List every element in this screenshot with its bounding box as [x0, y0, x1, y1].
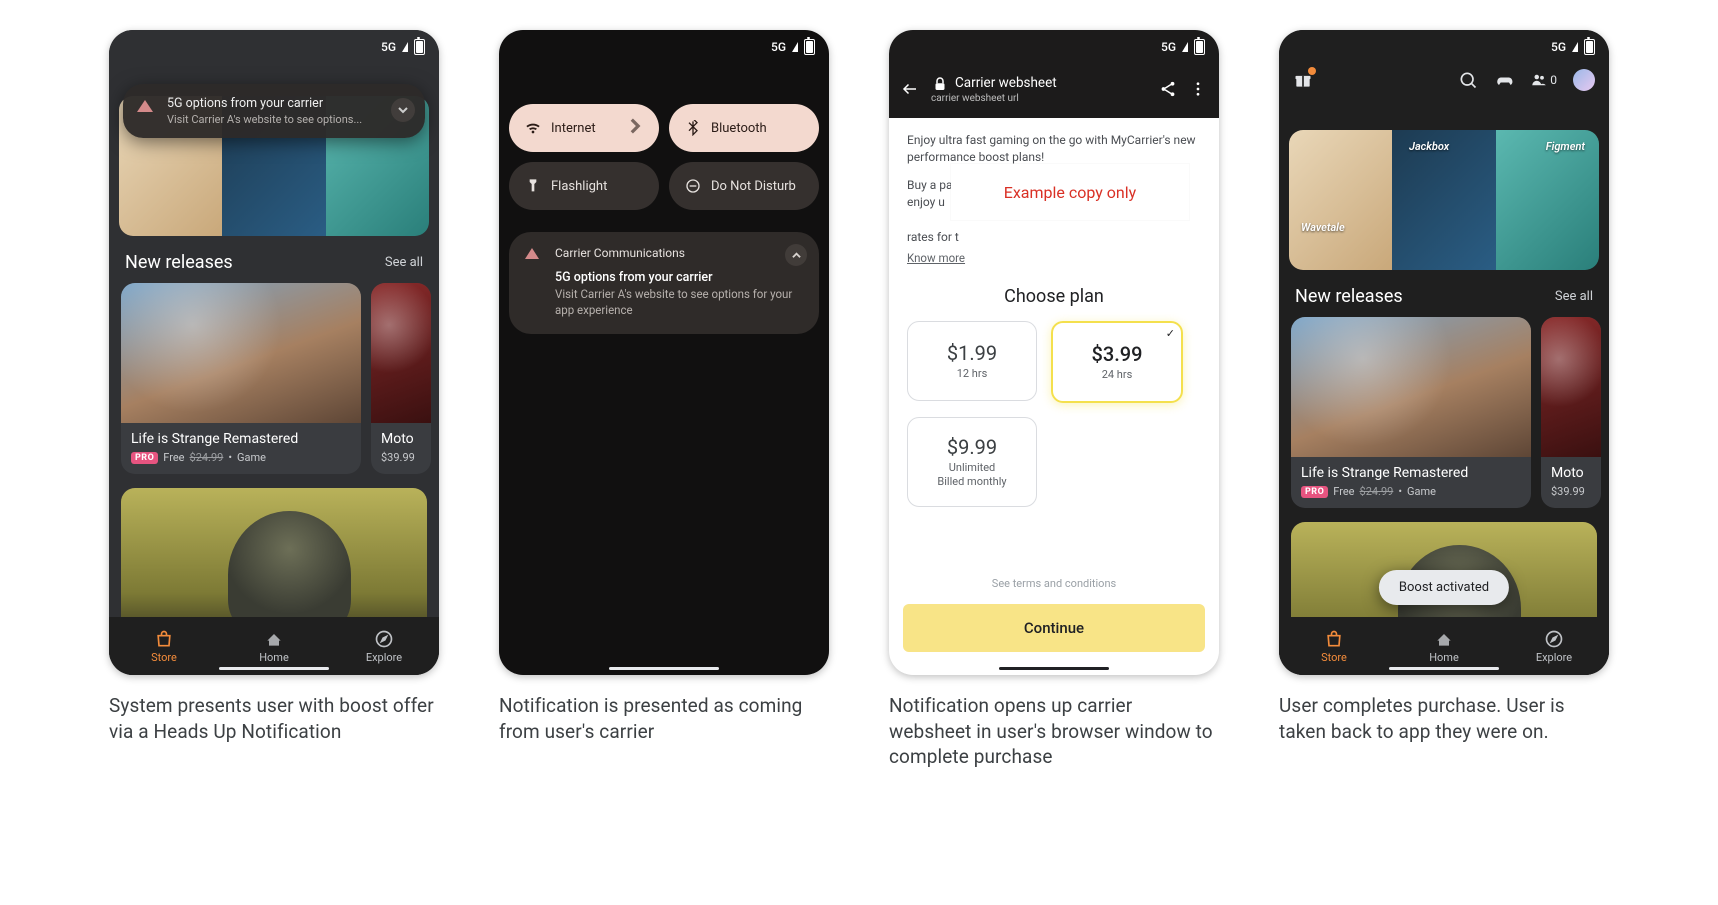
terms-link[interactable]: See terms and conditions — [889, 577, 1219, 590]
see-all-link[interactable]: See all — [1555, 289, 1593, 304]
notification-app-name: Carrier Communications — [555, 246, 805, 260]
tab-store[interactable]: Store — [109, 617, 219, 675]
game-meta: PRO Free $24.99 • Game — [131, 451, 351, 464]
signal-icon — [402, 42, 408, 52]
know-more-link[interactable]: Know more — [907, 251, 965, 265]
caption: System presents user with boost offer vi… — [109, 693, 439, 744]
status-bar: 5G — [1279, 30, 1609, 60]
status-bar: 5G — [889, 30, 1219, 60]
hero-carousel[interactable]: Wavetale Jackbox Figment — [1289, 130, 1599, 270]
gift-icon[interactable] — [1293, 70, 1313, 90]
battery-icon — [804, 39, 815, 55]
example-copy-overlay: Example copy only — [951, 164, 1189, 220]
status-bar: 5G — [109, 30, 439, 60]
check-icon: ✓ — [1166, 327, 1175, 340]
signal-icon — [1572, 42, 1578, 52]
people-icon — [1530, 71, 1548, 89]
section-title: New releases — [1295, 286, 1403, 307]
wifi-icon — [525, 120, 541, 136]
battery-icon — [1194, 39, 1205, 55]
carrier-triangle-icon — [525, 248, 539, 259]
screen-2-notification-shade: 5G Internet Bluetooth — [499, 30, 829, 675]
back-icon[interactable] — [901, 80, 919, 98]
carrier-triangle-icon — [137, 100, 153, 112]
game-name: Moto — [381, 431, 421, 447]
dnd-icon — [685, 178, 701, 194]
game-card[interactable]: Moto $39.99 — [1541, 317, 1601, 508]
tab-explore[interactable]: Explore — [329, 617, 439, 675]
screen-4-return-to-app: 5G 0 — [1279, 30, 1609, 675]
network-label: 5G — [381, 40, 396, 54]
search-icon[interactable] — [1458, 70, 1478, 90]
intro-paragraph: Enjoy ultra fast gaming on the go with M… — [907, 132, 1201, 167]
gesture-bar — [1389, 667, 1499, 670]
signal-icon — [792, 42, 798, 52]
chevron-right-icon — [627, 118, 643, 138]
qs-internet[interactable]: Internet — [509, 104, 659, 152]
game-card[interactable]: Life is Strange Remastered PRO Free $24.… — [1291, 317, 1531, 508]
qs-bluetooth[interactable]: Bluetooth — [669, 104, 819, 152]
qs-dnd[interactable]: Do Not Disturb — [669, 162, 819, 210]
notification-title: 5G options from your carrier — [555, 270, 805, 285]
notification-body: Visit Carrier A's website to see options… — [555, 287, 805, 318]
hun-title: 5G options from your carrier — [167, 96, 381, 111]
pro-badge: PRO — [131, 452, 158, 464]
carrier-notification[interactable]: Carrier Communications 5G options from y… — [509, 232, 819, 334]
game-card[interactable]: Moto $39.99 — [371, 283, 431, 474]
game-price: $39.99 — [381, 451, 415, 464]
signal-icon — [1182, 42, 1188, 52]
collapse-button[interactable] — [785, 244, 807, 266]
battery-icon — [1584, 39, 1595, 55]
gesture-bar — [999, 667, 1109, 670]
plan-option[interactable]: $9.99 Unlimited Billed monthly — [907, 417, 1037, 507]
overflow-icon[interactable] — [1189, 80, 1207, 98]
game-card[interactable]: Life is Strange Remastered PRO Free $24.… — [121, 283, 361, 474]
continue-button[interactable]: Continue — [903, 604, 1205, 652]
friends-count[interactable]: 0 — [1530, 71, 1557, 89]
lock-icon — [931, 75, 949, 93]
share-icon[interactable] — [1159, 80, 1177, 98]
qs-flashlight[interactable]: Flashlight — [509, 162, 659, 210]
avatar[interactable] — [1573, 69, 1595, 91]
tab-explore[interactable]: Explore — [1499, 617, 1609, 675]
boost-activated-toast: Boost activated — [1379, 570, 1509, 605]
screen-3-websheet: 5G Carrier websheet carrier websheet url — [889, 30, 1219, 675]
store-top-bar: 0 — [1279, 62, 1609, 98]
plan-option-selected[interactable]: ✓ $3.99 24 hrs — [1051, 321, 1183, 403]
heads-up-notification[interactable]: 5G options from your carrier Visit Carri… — [123, 84, 425, 138]
tab-store[interactable]: Store — [1279, 617, 1389, 675]
caption: Notification opens up carrier websheet i… — [889, 693, 1219, 770]
caption: Notification is presented as coming from… — [499, 693, 829, 744]
controller-icon[interactable] — [1494, 70, 1514, 90]
gesture-bar — [609, 667, 719, 670]
gesture-bar — [219, 667, 329, 670]
status-bar: 5G — [499, 30, 829, 60]
featured-art[interactable] — [121, 488, 427, 638]
screen-1-heads-up: 5G 5G options from your carrier Visit Ca… — [109, 30, 439, 675]
flashlight-icon — [525, 178, 541, 194]
websheet-appbar: Carrier websheet carrier websheet url — [889, 60, 1219, 118]
websheet-title: Carrier websheet — [931, 75, 1057, 93]
plan-option[interactable]: $1.99 12 hrs — [907, 321, 1037, 401]
see-all-link[interactable]: See all — [385, 255, 423, 270]
game-name: Life is Strange Remastered — [131, 431, 351, 447]
expand-button[interactable] — [391, 98, 415, 122]
caption: User completes purchase. User is taken b… — [1279, 693, 1609, 744]
websheet-url: carrier websheet url — [931, 93, 1057, 104]
choose-plan-heading: Choose plan — [889, 286, 1219, 307]
bluetooth-icon — [685, 120, 701, 136]
section-title: New releases — [125, 252, 233, 273]
hun-body: Visit Carrier A's website to see options… — [167, 113, 381, 126]
battery-icon — [414, 39, 425, 55]
